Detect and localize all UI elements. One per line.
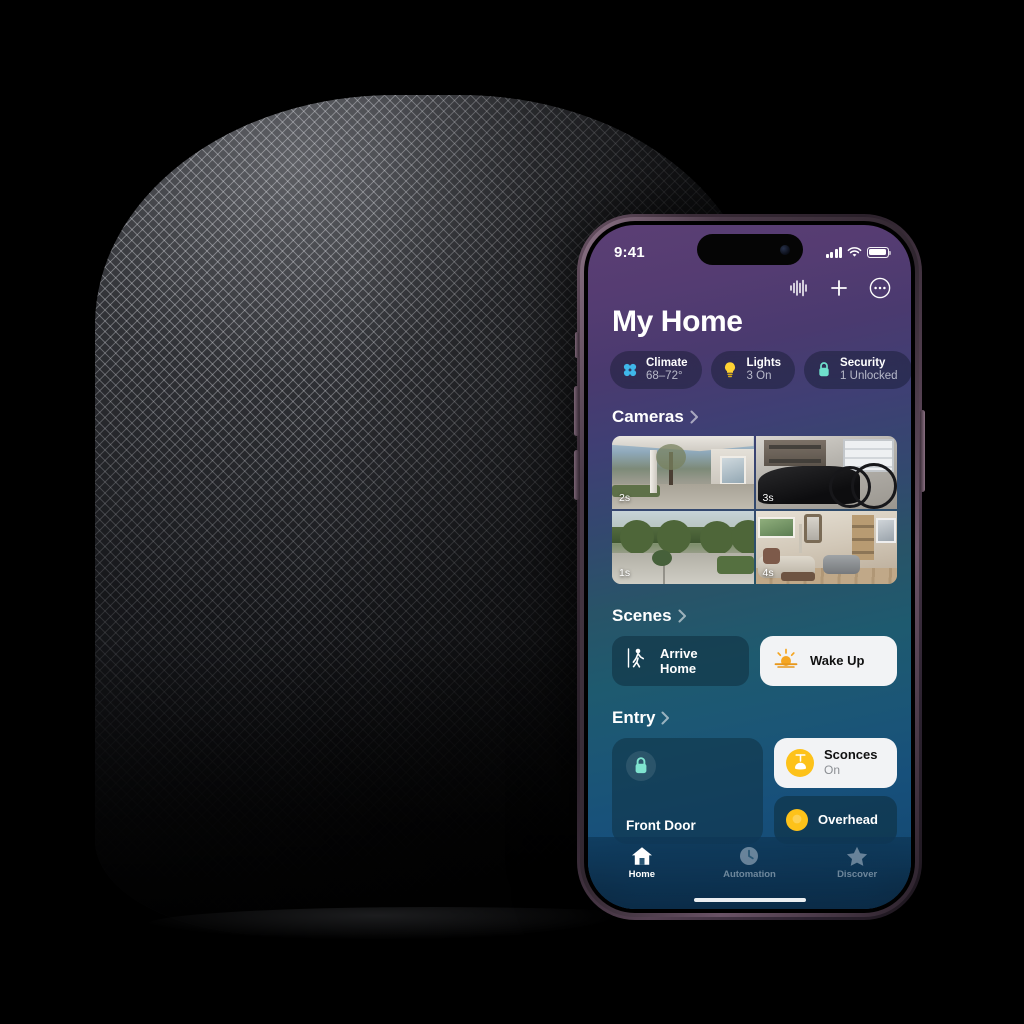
tab-label: Discover: [837, 869, 878, 880]
cellular-bars-icon: [826, 246, 842, 258]
accessory-front-door[interactable]: Front Door: [612, 737, 763, 844]
tab-discover[interactable]: Discover: [817, 845, 897, 880]
lightbulb-icon: [722, 360, 739, 379]
fan-icon: [621, 360, 638, 379]
app-toolbar: [588, 269, 911, 299]
accessory-label: Overhead: [818, 812, 878, 828]
accessory-text: Sconces On: [824, 747, 877, 778]
sunrise-icon: [774, 648, 798, 673]
power-button[interactable]: [920, 410, 925, 492]
section-title: Scenes: [612, 605, 672, 625]
status-bar-time: 9:41: [614, 243, 645, 261]
home-indicator[interactable]: [693, 897, 806, 902]
walking-person-icon: [626, 646, 648, 675]
page-title: My Home: [612, 305, 743, 338]
chip-title: Climate: [646, 357, 688, 369]
camera-tile-garage[interactable]: 3s: [755, 435, 897, 509]
section-title: Cameras: [612, 406, 684, 426]
cameras-section: Cameras 2s 3s 1s 4s: [588, 407, 911, 584]
chevron-right-icon: [690, 410, 699, 424]
pendant-light-icon: [786, 748, 814, 777]
cameras-heading-row[interactable]: Cameras: [588, 407, 911, 427]
chip-subtitle: 68–72°: [646, 369, 683, 382]
chevron-right-icon: [678, 609, 687, 623]
status-chip-lights[interactable]: Lights 3 On: [710, 351, 796, 389]
camera-tile-living-room[interactable]: 4s: [755, 510, 897, 584]
iphone-device: 9:41 My Home Climate 68–72° Lights 3 On …: [574, 214, 925, 920]
camera-timestamp: 3s: [762, 491, 774, 504]
tab-label: Home: [628, 869, 656, 880]
lightbulb-icon: [786, 808, 808, 831]
star-icon: [847, 846, 868, 866]
plus-icon[interactable]: [829, 278, 849, 298]
scenes-section: Scenes Arrive Home Wake Up: [588, 606, 911, 686]
scene-label: Arrive Home: [660, 645, 698, 676]
lock-icon: [626, 750, 656, 781]
scenes-row: Arrive Home Wake Up: [588, 626, 911, 686]
chip-subtitle: 1 Unlocked: [840, 369, 898, 382]
camera-tile-driveway[interactable]: 1s: [612, 510, 754, 584]
status-chips-row[interactable]: Climate 68–72° Lights 3 On Security 1 Un…: [588, 339, 911, 389]
battery-icon: [867, 246, 891, 258]
volume-up-button[interactable]: [574, 386, 579, 436]
scenes-heading-row[interactable]: Scenes: [588, 606, 911, 626]
entry-section: Entry Front Door Sconces On Overhead: [588, 708, 911, 844]
accessory-text: Overhead: [818, 812, 878, 827]
wifi-icon: [847, 246, 862, 257]
status-chip-security[interactable]: Security 1 Unlocked: [804, 351, 911, 389]
entry-heading-row[interactable]: Entry: [588, 708, 911, 728]
volume-down-button[interactable]: [574, 450, 579, 500]
tab-home[interactable]: Home: [602, 845, 682, 880]
scene-wake-up[interactable]: Wake Up: [760, 635, 897, 686]
camera-timestamp: 2s: [619, 491, 631, 504]
mute-switch[interactable]: [575, 332, 579, 358]
section-title: Entry: [612, 707, 656, 727]
entry-accessory-column: Sconces On Overhead: [774, 737, 897, 844]
home-app-content: My Home Climate 68–72° Lights 3 On Secur…: [588, 269, 911, 909]
lock-icon: [815, 360, 832, 379]
tab-label: Automation: [723, 869, 776, 880]
chevron-right-icon: [661, 711, 670, 725]
chip-title: Lights: [746, 357, 782, 369]
scene-arrive-home[interactable]: Arrive Home: [612, 635, 749, 686]
house-icon: [631, 847, 652, 865]
clock-icon: [740, 847, 759, 865]
audio-waveform-icon[interactable]: [789, 279, 809, 297]
chip-title: Security: [840, 357, 886, 369]
camera-timestamp: 4s: [762, 566, 774, 579]
entry-grid: Front Door Sconces On Overhead: [588, 728, 911, 844]
status-bar-indicators: [826, 246, 891, 258]
accessory-label: Front Door: [626, 817, 696, 833]
camera-tile-front-porch[interactable]: 2s: [612, 435, 754, 509]
accessory-sconces[interactable]: Sconces On: [774, 737, 897, 788]
tab-automation[interactable]: Automation: [709, 845, 789, 880]
ellipsis-circle-icon[interactable]: [869, 277, 891, 299]
scene-label: Wake Up: [810, 653, 865, 669]
accessory-state: On: [824, 763, 841, 778]
front-camera-icon: [779, 244, 790, 255]
chip-subtitle: 3 On: [746, 369, 772, 382]
status-chip-climate[interactable]: Climate 68–72°: [610, 351, 702, 389]
camera-grid: 2s 3s 1s 4s: [612, 435, 897, 584]
camera-timestamp: 1s: [619, 566, 631, 579]
dynamic-island[interactable]: [696, 234, 803, 265]
phone-screen: 9:41 My Home Climate 68–72° Lights 3 On …: [588, 225, 911, 909]
accessory-label: Sconces: [824, 747, 878, 763]
